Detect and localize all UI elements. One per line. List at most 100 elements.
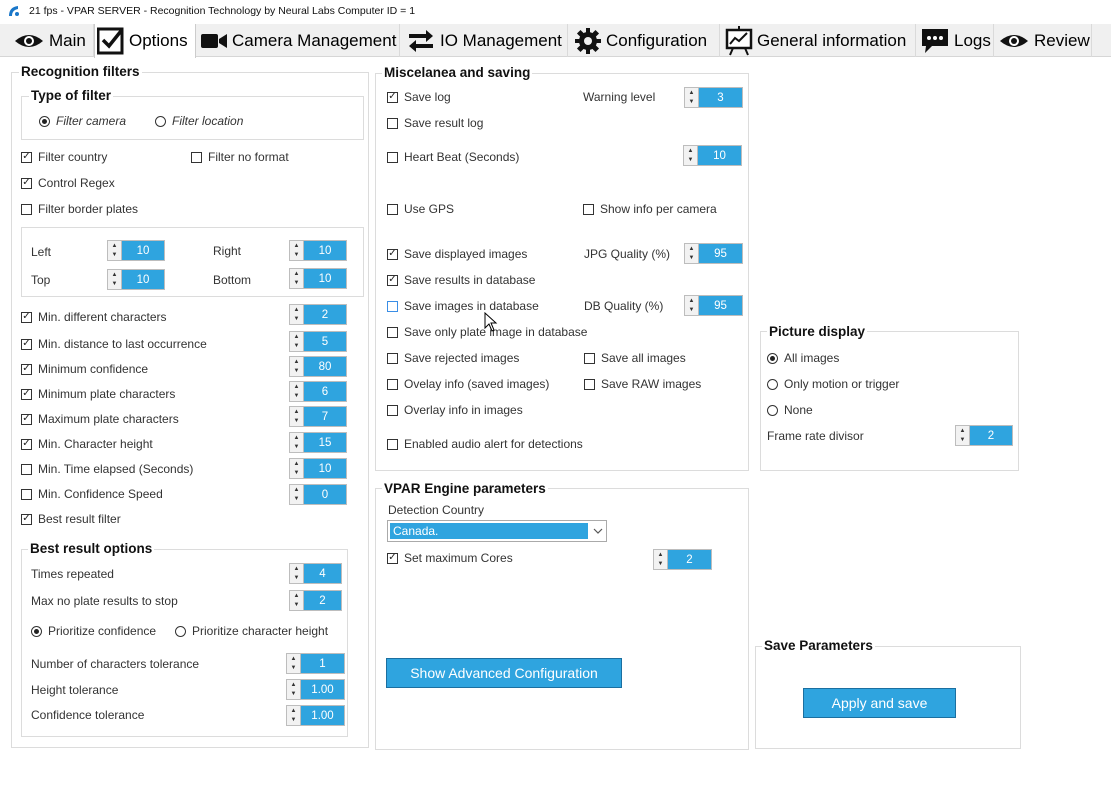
tab-main[interactable]: Main [6, 24, 94, 57]
audio-alert-checkbox[interactable]: Enabled audio alert for detections [387, 437, 583, 451]
save-all-images-checkbox[interactable]: Save all images [584, 351, 686, 365]
min-diff-chars-spinner[interactable]: ▲ ▼ 2 [289, 304, 347, 325]
spinner-value[interactable]: 2 [668, 550, 711, 569]
option-row-min-char-height[interactable]: ✓ Min. Character height [21, 437, 153, 451]
save-displayed-images-checkbox[interactable]: ✓ Save displayed images [387, 247, 527, 261]
min-confidence-speed-spinner[interactable]: ▲ ▼ 0 [289, 484, 347, 505]
checkbox-unchecked [584, 378, 595, 390]
spinner-value[interactable]: 80 [304, 357, 346, 376]
checkbox-unchecked [21, 463, 32, 475]
option-row-min-diff-chars[interactable]: ✓ Min. different characters [21, 310, 167, 324]
spinner-value[interactable]: 5 [304, 332, 346, 351]
checkbox-label: Save results in database [404, 273, 536, 287]
height-tolerance-spinner[interactable]: ▲ ▼ 1.00 [286, 679, 345, 700]
spinner-value[interactable]: 3 [699, 88, 742, 107]
spinner-value[interactable]: 95 [699, 244, 742, 263]
filter-camera-radio[interactable]: Filter camera [39, 114, 126, 128]
save-images-db-checkbox[interactable]: Save images in database [387, 299, 539, 313]
spinner-value[interactable]: 2 [304, 305, 346, 324]
spinner-value[interactable]: 2 [304, 591, 341, 610]
filter-location-radio[interactable]: Filter location [155, 114, 243, 128]
confidence-tolerance-label: Confidence tolerance [31, 708, 145, 722]
detection-country-select[interactable]: Canada. [387, 520, 607, 542]
min-confidence-spinner[interactable]: ▲ ▼ 80 [289, 356, 347, 377]
max-cores-spinner[interactable]: ▲ ▼ 2 [653, 549, 712, 570]
option-row-min-plate-chars[interactable]: ✓ Minimum plate characters [21, 387, 175, 401]
option-row-min-confidence[interactable]: ✓ Minimum confidence [21, 362, 148, 376]
save-raw-images-checkbox[interactable]: Save RAW images [584, 377, 701, 391]
tab-options[interactable]: Options [94, 24, 196, 58]
tab-camera-management[interactable]: Camera Management [196, 24, 400, 57]
warning-level-spinner[interactable]: ▲ ▼ 3 [684, 87, 743, 108]
max-no-plate-spinner[interactable]: ▲ ▼ 2 [289, 590, 342, 611]
frame-rate-divisor-spinner[interactable]: ▲ ▼ 2 [955, 425, 1013, 446]
set-max-cores-checkbox[interactable]: ✓ Set maximum Cores [387, 551, 513, 565]
min-distance-spinner[interactable]: ▲ ▼ 5 [289, 331, 347, 352]
filter-country-checkbox[interactable]: ✓ Filter country [21, 150, 107, 164]
save-result-log-checkbox[interactable]: Save result log [387, 116, 483, 130]
spinner-value[interactable]: 6 [304, 382, 346, 401]
spinner-value[interactable]: 10 [304, 241, 346, 260]
spinner-value[interactable]: 95 [699, 296, 742, 315]
top-spinner[interactable]: ▲ ▼ 10 [107, 269, 165, 290]
overlay-info-images-checkbox[interactable]: Overlay info in images [387, 403, 523, 417]
spinner-value[interactable]: 10 [304, 269, 346, 288]
spinner-value[interactable]: 1.00 [301, 706, 344, 725]
prioritize-height-radio[interactable]: Prioritize character height [175, 624, 328, 638]
min-plate-chars-spinner[interactable]: ▲ ▼ 6 [289, 381, 347, 402]
all-images-radio[interactable]: All images [767, 351, 839, 365]
heart-beat-spinner[interactable]: ▲ ▼ 10 [683, 145, 742, 166]
best-result-filter-checkbox[interactable]: ✓ Best result filter [21, 512, 121, 526]
none-radio[interactable]: None [767, 403, 813, 417]
filter-border-checkbox[interactable]: Filter border plates [21, 202, 138, 216]
times-repeated-spinner[interactable]: ▲ ▼ 4 [289, 563, 342, 584]
left-spinner[interactable]: ▲ ▼ 10 [107, 240, 165, 261]
radio-unchecked [767, 404, 778, 416]
heart-beat-checkbox[interactable]: Heart Beat (Seconds) [387, 150, 519, 164]
tab-general-information[interactable]: General information [720, 24, 916, 57]
confidence-tolerance-spinner[interactable]: ▲ ▼ 1.00 [286, 705, 345, 726]
tab-io-management[interactable]: IO Management [400, 24, 568, 57]
spinner-value[interactable]: 7 [304, 407, 346, 426]
max-plate-chars-spinner[interactable]: ▲ ▼ 7 [289, 406, 347, 427]
spinner-value[interactable]: 10 [122, 241, 164, 260]
prioritize-confidence-radio[interactable]: Prioritize confidence [31, 624, 156, 638]
tab-review[interactable]: Review [994, 24, 1092, 57]
filter-no-format-checkbox[interactable]: Filter no format [191, 150, 289, 164]
save-results-db-checkbox[interactable]: ✓ Save results in database [387, 273, 535, 287]
option-row-min-confidence-speed[interactable]: Min. Confidence Speed [21, 487, 163, 501]
show-advanced-config-button[interactable]: Show Advanced Configuration [386, 658, 622, 688]
spinner-value[interactable]: 2 [970, 426, 1012, 445]
jpg-quality-spinner[interactable]: ▲ ▼ 95 [684, 243, 743, 264]
num-chars-tolerance-spinner[interactable]: ▲ ▼ 1 [286, 653, 345, 674]
min-char-height-spinner[interactable]: ▲ ▼ 15 [289, 432, 347, 453]
spinner-value[interactable]: 4 [304, 564, 341, 583]
radio-label: None [784, 403, 813, 417]
save-rejected-images-checkbox[interactable]: Save rejected images [387, 351, 519, 365]
spinner-value[interactable]: 10 [122, 270, 164, 289]
spinner-value[interactable]: 0 [304, 485, 346, 504]
frame-rate-divisor-label: Frame rate divisor [767, 429, 864, 443]
spinner-value[interactable]: 10 [304, 459, 346, 478]
apply-and-save-button[interactable]: Apply and save [803, 688, 956, 718]
min-time-elapsed-spinner[interactable]: ▲ ▼ 10 [289, 458, 347, 479]
bottom-spinner[interactable]: ▲ ▼ 10 [289, 268, 347, 289]
control-regex-checkbox[interactable]: ✓ Control Regex [21, 176, 115, 190]
spinner-value[interactable]: 15 [304, 433, 346, 452]
right-spinner[interactable]: ▲ ▼ 10 [289, 240, 347, 261]
option-row-max-plate-chars[interactable]: ✓ Maximum plate characters [21, 412, 179, 426]
option-row-min-time-elapsed[interactable]: Min. Time elapsed (Seconds) [21, 462, 193, 476]
save-log-checkbox[interactable]: ✓ Save log [387, 90, 451, 104]
db-quality-spinner[interactable]: ▲ ▼ 95 [684, 295, 743, 316]
tab-configuration[interactable]: Configuration [568, 24, 720, 57]
spinner-value[interactable]: 1.00 [301, 680, 344, 699]
spinner-value[interactable]: 1 [301, 654, 344, 673]
tab-logs[interactable]: Logs [916, 24, 994, 57]
option-row-min-distance[interactable]: ✓ Min. distance to last occurrence [21, 337, 207, 351]
spinner-value[interactable]: 10 [698, 146, 741, 165]
overlay-saved-images-checkbox[interactable]: Ovelay info (saved images) [387, 377, 549, 391]
use-gps-checkbox[interactable]: Use GPS [387, 202, 454, 216]
radio-label: All images [784, 351, 840, 365]
show-info-per-camera-checkbox[interactable]: Show info per camera [583, 202, 717, 216]
only-motion-trigger-radio[interactable]: Only motion or trigger [767, 377, 899, 391]
